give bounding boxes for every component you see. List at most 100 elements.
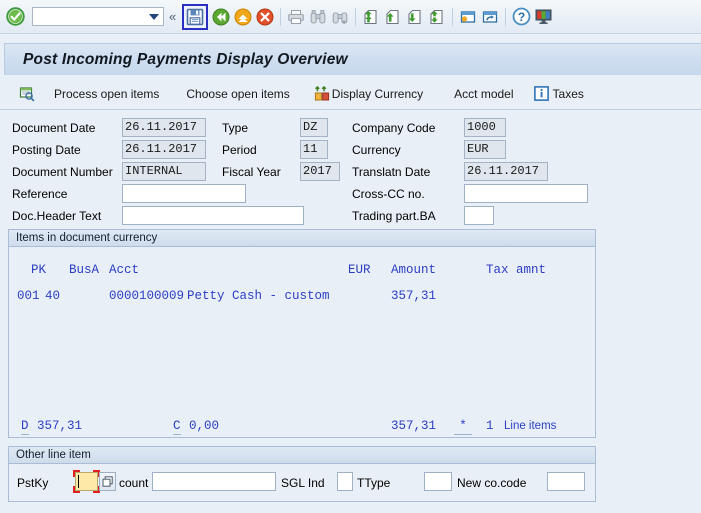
pstky-field[interactable] <box>73 470 100 493</box>
currency-row: Currency <box>352 140 401 160</box>
company-code-field[interactable]: 1000 <box>464 118 506 137</box>
collapse-chevron-icon[interactable]: « <box>169 10 176 23</box>
period-label: Period <box>222 143 257 157</box>
customize-layout-icon <box>535 9 552 24</box>
first-page-icon <box>364 9 377 24</box>
sgl-ind-field[interactable] <box>337 472 353 491</box>
ttype-field[interactable] <box>424 472 452 491</box>
open-items-button[interactable] <box>14 82 40 106</box>
items-group-title: Items in document currency <box>9 230 595 247</box>
items-table: PK BusA Acct EUR Amount Tax amnt 001 40 … <box>9 247 595 437</box>
taxes-button[interactable]: Taxes <box>529 82 589 106</box>
trading-partner-ba-row: Trading part.BA <box>352 206 436 226</box>
trading-partner-ba-field[interactable] <box>464 206 494 225</box>
translation-date-label: Translatn Date <box>352 165 431 179</box>
currency-field[interactable]: EUR <box>464 140 506 159</box>
pstky-value-help-button[interactable] <box>99 472 116 491</box>
previous-page-icon <box>386 9 399 24</box>
type-row: Type <box>222 118 248 138</box>
column-header-amount: Amount <box>391 263 437 277</box>
next-page-button[interactable] <box>404 6 426 28</box>
reference-row: Reference <box>12 184 67 204</box>
type-field[interactable]: DZ <box>300 118 328 137</box>
column-header-pk: PK <box>31 263 47 277</box>
info-blue-i-icon <box>533 86 549 101</box>
choose-open-items-button[interactable]: Choose open items <box>178 82 294 106</box>
reference-field[interactable] <box>122 184 246 203</box>
other-line-item-row: PstKy count SGL Ind TType New co.code <box>9 464 595 502</box>
exit-yellow-arrow-icon <box>234 8 252 25</box>
document-date-label: Document Date <box>12 121 96 135</box>
chevron-down-icon[interactable] <box>149 14 159 20</box>
previous-page-button[interactable] <box>382 6 404 28</box>
taxes-label: Taxes <box>552 86 584 101</box>
cross-cc-no-label: Cross-CC no. <box>352 187 425 201</box>
currency-label: Currency <box>352 143 401 157</box>
new-co-code-field[interactable] <box>547 472 585 491</box>
row-account-text: Petty Cash - custom <box>187 289 330 303</box>
fiscal-year-label: Fiscal Year <box>222 165 281 179</box>
totals-debit-value: 357,31 <box>37 419 83 433</box>
fiscal-year-field[interactable]: 2017 <box>300 162 340 181</box>
account-field[interactable] <box>152 472 276 491</box>
doc-header-text-field[interactable] <box>122 206 304 225</box>
binoculars-icon <box>310 9 326 24</box>
print-button[interactable] <box>285 6 307 28</box>
toolbar-separator <box>355 7 357 26</box>
last-page-button[interactable] <box>426 6 448 28</box>
new-co-code-label: New co.code <box>457 476 527 490</box>
document-number-label: Document Number <box>12 165 113 179</box>
focus-corner-bottom-left <box>73 486 80 493</box>
totals-balance-marker[interactable]: * <box>454 419 472 435</box>
layout-menu-button[interactable] <box>532 6 554 28</box>
command-field[interactable] <box>32 7 164 26</box>
column-header-acct: Acct <box>109 263 140 277</box>
exit-button[interactable] <box>232 6 254 28</box>
back-button[interactable] <box>210 6 232 28</box>
company-code-label: Company Code <box>352 121 436 135</box>
document-number-field[interactable]: INTERNAL <box>122 162 206 181</box>
green-check-icon[interactable] <box>4 6 26 28</box>
document-date-field[interactable]: 26.11.2017 <box>122 118 206 137</box>
system-toolbar: « ? <box>0 0 701 34</box>
sap-gui-window: « ? Post Incoming Payments Display Overv… <box>0 0 701 513</box>
help-button[interactable]: ? <box>510 6 532 28</box>
find-button[interactable] <box>307 6 329 28</box>
totals-line-count: 1 <box>486 419 494 433</box>
first-page-button[interactable] <box>360 6 382 28</box>
multiple-selection-icon <box>102 475 113 487</box>
row-account[interactable]: 0000100009 <box>109 289 184 303</box>
acct-model-button[interactable]: Acct model <box>446 82 518 106</box>
document-header-form: Document Date 26.11.2017 Posting Date 26… <box>0 112 701 228</box>
save-button[interactable] <box>182 3 209 30</box>
totals-credit-key: C <box>173 419 181 435</box>
other-line-item-title: Other line item <box>9 447 595 464</box>
company-code-row: Company Code <box>352 118 435 138</box>
cancel-button[interactable] <box>254 6 276 28</box>
toolbar-separator <box>452 7 454 26</box>
trading-partner-ba-label: Trading part.BA <box>352 209 436 223</box>
row-posting-key: 40 <box>45 289 61 303</box>
doc-header-text-row: Doc.Header Text <box>12 206 101 226</box>
page-title: Post Incoming Payments Display Overview <box>23 50 348 68</box>
find-next-button[interactable] <box>329 6 351 28</box>
create-session-button[interactable] <box>457 6 479 28</box>
doc-header-text-label: Doc.Header Text <box>12 209 102 223</box>
posting-date-field[interactable]: 26.11.2017 <box>122 140 206 159</box>
screen-title-bar: Post Incoming Payments Display Overview <box>4 43 701 75</box>
cross-cc-no-field[interactable] <box>464 184 588 203</box>
totals-credit-value: 0,00 <box>189 419 220 433</box>
sgl-ind-label: SGL Ind <box>281 476 325 490</box>
translation-date-field[interactable]: 26.11.2017 <box>464 162 548 181</box>
totals-debit-key: D <box>21 419 29 435</box>
display-currency-button[interactable]: Display Currency <box>309 82 428 106</box>
type-label: Type <box>222 121 249 135</box>
column-header-tax: Tax amnt <box>486 263 547 277</box>
create-shortcut-button[interactable] <box>479 6 501 28</box>
process-open-items-button[interactable]: Process open items <box>46 82 164 106</box>
cancel-red-x-icon <box>256 8 274 25</box>
period-field[interactable]: 11 <box>300 140 328 159</box>
display-currency-icon <box>314 85 331 102</box>
application-toolbar: Process open items Choose open items Dis… <box>0 78 701 110</box>
fiscal-year-row: Fiscal Year <box>222 162 281 182</box>
